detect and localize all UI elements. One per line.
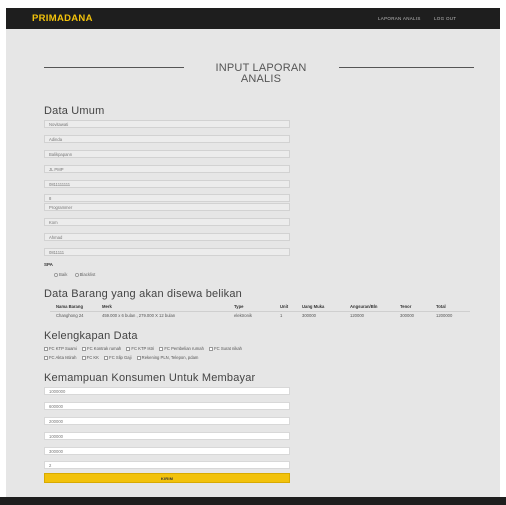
checkbox-fc-kontrak-rumah[interactable]: FC Kontrak rumah [82, 346, 121, 351]
barang-table: Nama Barang Merk Type Unit Uang Muka Ang… [50, 302, 470, 319]
checkbox-row-2: FC Akta Istirah FC KK FC Slip Gaji Reken… [44, 355, 202, 360]
spa-radio-group: Baik Blacklist [54, 272, 101, 277]
cell-unit: 1 [274, 310, 296, 319]
input-pekerjaan[interactable]: Programmer [44, 203, 290, 211]
section-title-kemampuan: Kemampuan Konsumen Untuk Membayar [44, 372, 256, 384]
checkbox-icon[interactable] [82, 346, 87, 351]
cell-merk: 459.000 x 6 bulan , 279.000 X 12 bulan [96, 310, 228, 319]
checkbox-icon[interactable] [44, 355, 48, 360]
checkbox-icon[interactable] [81, 355, 86, 360]
checkbox-icon[interactable] [104, 355, 109, 360]
page-background: PRIMADANA LAPORAN ANALIS LOG OUT INPUT L… [6, 8, 500, 499]
section-title-kelengkapan: Kelengkapan Data [44, 330, 138, 342]
nav-log-out[interactable]: LOG OUT [434, 16, 456, 21]
table-row: Changhong 24 459.000 x 6 bulan , 279.000… [50, 310, 470, 319]
input-kemampuan-1[interactable]: 1000000 [44, 387, 290, 395]
col-tenor: Tenor [400, 303, 412, 309]
cell-uang-muka: 300000 [296, 310, 344, 319]
col-unit: Unit [280, 303, 289, 309]
input-telepon[interactable]: 0811111111 [44, 180, 290, 188]
input-field-6[interactable]: 8 [44, 194, 290, 202]
radio-circle-icon[interactable] [54, 272, 58, 277]
checkbox-icon[interactable] [209, 346, 214, 351]
input-kemampuan-5[interactable]: 300000 [44, 447, 290, 455]
checkbox-fc-pembelian-rumah[interactable]: FC Pembelian rumah [159, 346, 204, 351]
checkbox-icon[interactable] [44, 346, 48, 351]
radio-circle-icon[interactable] [74, 272, 79, 277]
col-uang-muka: Uang Muka [302, 303, 325, 309]
col-merk: Merk [102, 303, 112, 309]
cell-angsuran: 120000 [344, 310, 394, 319]
footer-bar [0, 497, 506, 505]
col-angsuran: Angsuran/Bln [350, 303, 378, 309]
checkbox-fc-surat-nikah[interactable]: FC Surat nikah [209, 346, 242, 351]
input-nama[interactable]: Novitawati [44, 120, 290, 128]
input-kemampuan-4[interactable]: 100000 [44, 432, 290, 440]
cell-nama-barang: Changhong 24 [50, 310, 96, 319]
input-kemampuan-6[interactable]: 2 [44, 461, 290, 469]
checkbox-row-1: FC KTP Suami FC Kontrak rumah FC KTP Ist… [44, 346, 246, 351]
input-kota[interactable]: Balikpapann [44, 150, 290, 158]
checkbox-fc-kk[interactable]: FC KK [81, 355, 99, 360]
col-type: Type [234, 303, 244, 309]
checkbox-rekening[interactable]: Rekening PLN, Telepon, pdam [136, 355, 198, 360]
input-field-2[interactable]: Adinda [44, 135, 290, 143]
radio-option-baik[interactable]: Baik [54, 272, 67, 277]
page-title-line2: ANALIS [240, 73, 282, 85]
checkbox-fc-slip-gaji[interactable]: FC Slip Gaji [104, 355, 132, 360]
input-field-8[interactable]: Kom [44, 218, 290, 226]
page-title: INPUT LAPORAN ANALIS [196, 63, 326, 85]
input-alamat[interactable]: JL PMP [44, 165, 290, 173]
checkbox-icon[interactable] [159, 346, 164, 351]
brand-logo[interactable]: PRIMADANA [32, 13, 93, 24]
nav-laporan-analis[interactable]: LAPORAN ANALIS [378, 16, 421, 21]
hero-divider-right [339, 67, 474, 68]
cell-tenor: 300000 [394, 310, 430, 319]
col-nama-barang: Nama Barang [56, 303, 83, 309]
section-title-data-barang: Data Barang yang akan disewa belikan [44, 288, 242, 300]
cell-type: elektronik [228, 310, 274, 319]
hero-divider-left [44, 67, 184, 68]
input-field-9[interactable]: Ahmad [44, 233, 290, 241]
checkbox-fc-ktp-suami[interactable]: FC KTP Suami [44, 346, 77, 351]
checkbox-fc-ktp-istri[interactable]: FC KTP Istri [126, 346, 154, 351]
checkbox-icon[interactable] [126, 346, 131, 351]
checkbox-icon[interactable] [136, 355, 141, 360]
col-total: Total [436, 303, 446, 309]
input-kemampuan-3[interactable]: 200000 [44, 417, 290, 425]
submit-button[interactable]: KIRIM [44, 473, 290, 483]
top-navbar: PRIMADANA LAPORAN ANALIS LOG OUT [6, 8, 500, 29]
input-field-10[interactable]: 0811111 [44, 248, 290, 256]
radio-option-blacklist[interactable]: Blacklist [74, 272, 95, 277]
checkbox-fc-akta-istirah[interactable]: FC Akta Istirah [44, 355, 76, 360]
input-kemampuan-2[interactable]: 600000 [44, 402, 290, 410]
section-title-data-umum: Data Umum [44, 105, 105, 117]
cell-total: 1200000 [430, 310, 470, 319]
table-header-row: Nama Barang Merk Type Unit Uang Muka Ang… [50, 302, 470, 311]
spa-label: SPA [44, 262, 53, 267]
